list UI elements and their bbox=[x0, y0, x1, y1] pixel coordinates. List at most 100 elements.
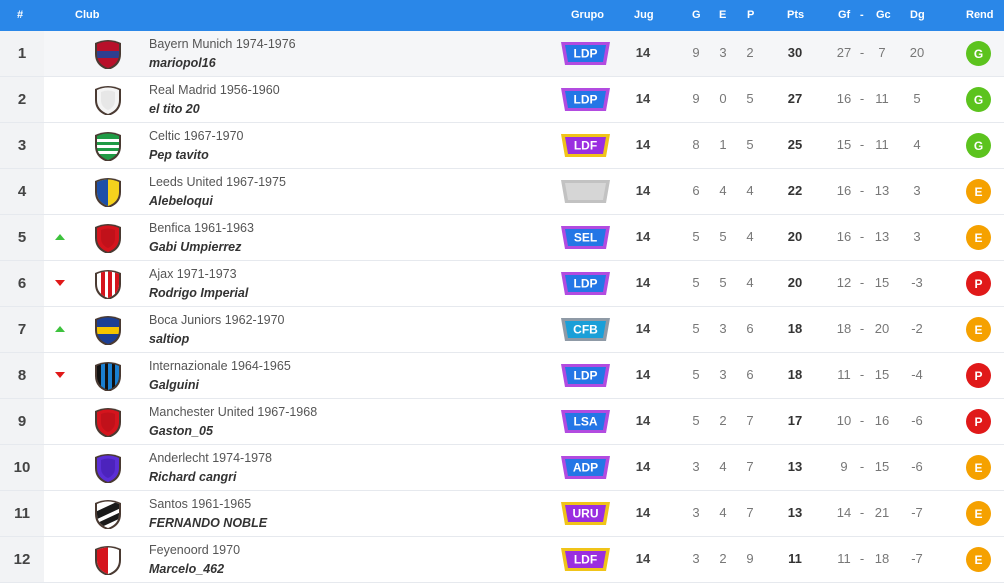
manager-name[interactable]: FERNANDO NOBLE bbox=[149, 516, 267, 530]
club-name[interactable]: Boca Juniors 1962-1970 bbox=[149, 313, 285, 327]
performance-badge: E bbox=[966, 225, 991, 250]
table-row[interactable]: 12 Feyenoord 1970 Marcelo_462 LDF 14 3 2 9 11 11-… bbox=[0, 537, 1004, 583]
table-row[interactable]: 3 Celtic 1967-1970 Pep tavito LDF 14 8 1 5 25 15-… bbox=[0, 123, 1004, 169]
league-badge: LDF bbox=[559, 545, 612, 574]
blue-yellow-crest-icon bbox=[95, 178, 121, 207]
table-row[interactable]: 1 Bayern Munich 1974-1976 mariopol16 LDP 14 9… bbox=[0, 31, 1004, 77]
table-row[interactable]: 7 Boca Juniors 1962-1970 saltiop CFB 14 5 3 6 18… bbox=[0, 307, 1004, 353]
header-club[interactable]: Club bbox=[75, 9, 99, 21]
header-gf[interactable]: Gf bbox=[838, 9, 850, 21]
league-badge-icon: LDP bbox=[561, 42, 610, 65]
wins: 3 bbox=[692, 505, 700, 520]
header-pts[interactable]: Pts bbox=[787, 9, 804, 21]
black-white-diagonal-crest-icon bbox=[95, 500, 121, 529]
points: 20 bbox=[787, 275, 803, 290]
losses: 4 bbox=[746, 275, 754, 290]
goals-for: 16 bbox=[836, 183, 852, 198]
table-row[interactable]: 8 Internazionale 1964-1965 Galguini LDP 14 5 3… bbox=[0, 353, 1004, 399]
wins: 3 bbox=[692, 459, 700, 474]
table-row[interactable]: 9 Manchester United 1967-1968 Gaston_05 LSA… bbox=[0, 399, 1004, 445]
header-jug[interactable]: Jug bbox=[634, 9, 654, 21]
manager-name[interactable]: saltiop bbox=[149, 332, 189, 346]
club-name[interactable]: Anderlecht 1974-1978 bbox=[149, 451, 272, 465]
manager-name[interactable]: Rodrigo Imperial bbox=[149, 286, 248, 300]
manager-name[interactable]: Richard cangri bbox=[149, 470, 237, 484]
club-name[interactable]: Santos 1961-1965 bbox=[149, 497, 251, 511]
losses: 7 bbox=[746, 505, 754, 520]
matches-played: 14 bbox=[635, 137, 651, 152]
goals-separator: - bbox=[859, 229, 865, 244]
goals-against: 18 bbox=[874, 551, 890, 566]
manager-name[interactable]: Gaston_05 bbox=[149, 424, 213, 438]
header-position: # bbox=[17, 9, 24, 21]
goals-separator: - bbox=[859, 183, 865, 198]
league-badge: CFB bbox=[559, 315, 612, 344]
goals-for: 15 bbox=[836, 137, 852, 152]
header-rend[interactable]: Rend bbox=[966, 9, 994, 21]
position-number: 5 bbox=[0, 215, 44, 260]
table-header: # Club Grupo Jug G E P Pts Gf - Gc Dg Re… bbox=[0, 0, 1004, 31]
club-name[interactable]: Benfica 1961-1963 bbox=[149, 221, 254, 235]
manager-name[interactable]: Pep tavito bbox=[149, 148, 209, 162]
table-row[interactable]: 2 Real Madrid 1956-1960 el tito 20 LDP 14 9 0 5… bbox=[0, 77, 1004, 123]
red-white-half-crest-icon bbox=[95, 546, 121, 575]
table-row[interactable]: 5 Benfica 1961-1963 Gabi Umpierrez SEL 14 5 5 4… bbox=[0, 215, 1004, 261]
manager-name[interactable]: el tito 20 bbox=[149, 102, 200, 116]
manager-name[interactable]: Galguini bbox=[149, 378, 199, 392]
header-dg[interactable]: Dg bbox=[910, 9, 925, 21]
goal-difference: 3 bbox=[913, 229, 921, 244]
table-body: 1 Bayern Munich 1974-1976 mariopol16 LDP 14 9… bbox=[0, 31, 1004, 583]
header-gc[interactable]: Gc bbox=[876, 9, 891, 21]
club-name[interactable]: Bayern Munich 1974-1976 bbox=[149, 37, 296, 51]
header-grupo[interactable]: Grupo bbox=[571, 9, 604, 21]
club-name[interactable]: Internazionale 1964-1965 bbox=[149, 359, 291, 373]
purple-crest-icon bbox=[95, 454, 121, 483]
goals-against: 7 bbox=[878, 45, 886, 60]
losses: 9 bbox=[746, 551, 754, 566]
table-row[interactable]: 4 Leeds United 1967-1975 Alebeloqui 14 6 4 4 22… bbox=[0, 169, 1004, 215]
draws: 0 bbox=[719, 91, 727, 106]
matches-played: 14 bbox=[635, 413, 651, 428]
points: 20 bbox=[787, 229, 803, 244]
league-badge-icon: CFB bbox=[561, 318, 610, 341]
manager-name[interactable]: Marcelo_462 bbox=[149, 562, 224, 576]
club-name[interactable]: Feyenoord 1970 bbox=[149, 543, 240, 557]
position-number: 6 bbox=[0, 261, 44, 306]
header-g[interactable]: G bbox=[692, 9, 701, 21]
league-badge: LDP bbox=[559, 361, 612, 390]
draws: 3 bbox=[719, 321, 727, 336]
position-number: 7 bbox=[0, 307, 44, 352]
draws: 4 bbox=[719, 505, 727, 520]
performance-badge: E bbox=[966, 455, 991, 480]
league-badge-label: LDP bbox=[574, 277, 598, 291]
table-row[interactable]: 10 Anderlecht 1974-1978 Richard cangri ADP 1… bbox=[0, 445, 1004, 491]
league-badge-icon: ADP bbox=[561, 456, 610, 479]
manager-name[interactable]: mariopol16 bbox=[149, 56, 216, 70]
club-name[interactable]: Real Madrid 1956-1960 bbox=[149, 83, 280, 97]
losses: 4 bbox=[746, 229, 754, 244]
trend-down-icon bbox=[55, 280, 65, 286]
matches-played: 14 bbox=[635, 45, 651, 60]
losses: 2 bbox=[746, 45, 754, 60]
league-badge-icon: LDP bbox=[561, 272, 610, 295]
matches-played: 14 bbox=[635, 91, 651, 106]
matches-played: 14 bbox=[635, 275, 651, 290]
performance-badge: E bbox=[966, 547, 991, 572]
club-name[interactable]: Manchester United 1967-1968 bbox=[149, 405, 317, 419]
red-crest-icon bbox=[95, 408, 121, 437]
table-row[interactable]: 6 Ajax 1971-1973 Rodrigo Imperial LDP 14 5 5 4 2… bbox=[0, 261, 1004, 307]
performance-badge: G bbox=[966, 133, 991, 158]
header-e[interactable]: E bbox=[719, 9, 726, 21]
manager-name[interactable]: Gabi Umpierrez bbox=[149, 240, 241, 254]
table-row[interactable]: 11 Santos 1961-1965 FERNANDO NOBLE URU 14 3 4 7… bbox=[0, 491, 1004, 537]
goal-difference: -4 bbox=[911, 367, 923, 382]
league-badge: URU bbox=[559, 499, 612, 528]
goals-for: 11 bbox=[837, 551, 851, 566]
header-p[interactable]: P bbox=[747, 9, 754, 21]
draws: 4 bbox=[719, 459, 727, 474]
club-name[interactable]: Ajax 1971-1973 bbox=[149, 267, 237, 281]
points: 17 bbox=[787, 413, 803, 428]
club-name[interactable]: Celtic 1967-1970 bbox=[149, 129, 244, 143]
manager-name[interactable]: Alebeloqui bbox=[149, 194, 213, 208]
club-name[interactable]: Leeds United 1967-1975 bbox=[149, 175, 286, 189]
